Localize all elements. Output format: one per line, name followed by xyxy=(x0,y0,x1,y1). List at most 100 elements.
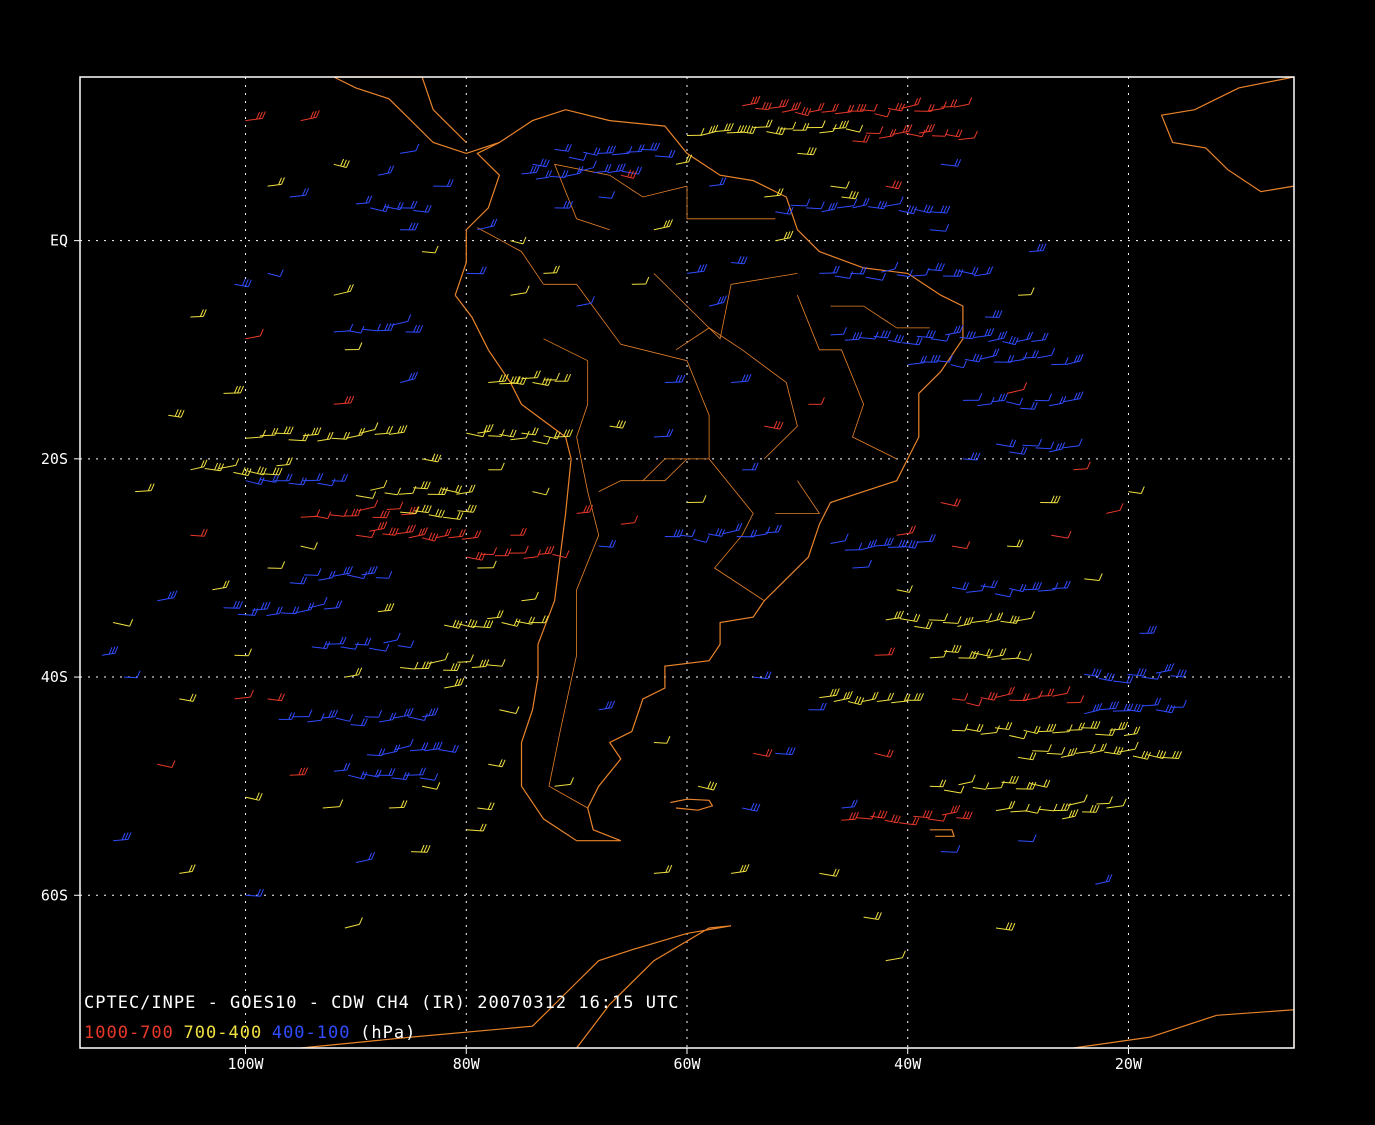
wind-barb xyxy=(775,747,796,756)
barb-flag xyxy=(428,708,433,716)
barb-flag xyxy=(1066,686,1071,694)
barb-shaft xyxy=(400,667,416,670)
barb-flag xyxy=(544,546,549,554)
wind-barb xyxy=(1023,690,1043,701)
barb-flag xyxy=(832,868,837,876)
wind-barb xyxy=(898,817,920,826)
wind-barb xyxy=(775,230,794,242)
barb-flag xyxy=(456,663,461,671)
border-line xyxy=(477,227,544,285)
tick-label-lon: 80W xyxy=(453,1055,481,1073)
barb-flag xyxy=(953,99,958,107)
wind-barb xyxy=(1052,580,1071,589)
barb-flag xyxy=(891,647,896,655)
barb-flag xyxy=(358,342,363,350)
barb-flag xyxy=(515,706,520,714)
barb-shaft xyxy=(179,871,193,874)
barb-flag xyxy=(272,467,277,475)
border-line xyxy=(543,338,589,438)
barb-flag xyxy=(942,779,947,787)
barb-shaft xyxy=(1010,810,1027,813)
barb-flag xyxy=(721,529,726,537)
barb-flag xyxy=(275,467,280,475)
barb-shaft xyxy=(333,330,350,333)
wind-barb xyxy=(951,541,971,549)
barb-flag xyxy=(954,645,959,653)
barb-flag xyxy=(563,429,568,437)
barb-flag xyxy=(383,521,388,529)
coastline-antarctica-east xyxy=(1073,1009,1295,1049)
barb-flag xyxy=(700,128,705,136)
barb-flag xyxy=(486,424,491,432)
barb-flag xyxy=(390,603,395,611)
barb-flag xyxy=(459,529,463,537)
barb-flag xyxy=(874,331,879,340)
barb-flag xyxy=(248,648,252,656)
barb-flag xyxy=(482,266,487,274)
barb-shaft xyxy=(1048,402,1063,407)
barb-flag xyxy=(400,800,405,808)
wind-barb xyxy=(958,774,976,786)
barb-flag xyxy=(882,273,886,281)
barb-flag xyxy=(537,549,542,557)
barb-flag xyxy=(931,123,936,132)
barb-flag xyxy=(1115,701,1120,709)
barb-flag xyxy=(435,741,440,750)
barb-shaft xyxy=(620,522,635,525)
barb-flag xyxy=(263,602,268,610)
barb-flag xyxy=(1129,675,1134,684)
barb-flag xyxy=(283,426,288,434)
barb-shaft xyxy=(375,577,389,579)
wind-barb xyxy=(821,202,838,213)
barb-shaft xyxy=(400,511,417,514)
barb-shaft xyxy=(1141,676,1158,680)
barb-shaft xyxy=(859,546,874,551)
barb-flag xyxy=(1078,722,1083,730)
barb-shaft xyxy=(859,337,876,340)
barb-flag xyxy=(1011,800,1016,809)
barb-flag xyxy=(650,142,655,150)
barb-flag xyxy=(403,708,408,717)
barb-flag xyxy=(438,487,443,495)
barb-flag xyxy=(854,696,859,704)
barb-shaft xyxy=(477,430,491,434)
barb-flag xyxy=(618,163,623,172)
barb-flag xyxy=(969,331,973,339)
barb-flag xyxy=(171,760,176,768)
wind-barb xyxy=(653,428,674,438)
barb-flag xyxy=(281,177,285,185)
barb-shaft xyxy=(607,170,623,174)
wind-barb xyxy=(753,671,772,680)
barb-flag xyxy=(1008,722,1013,730)
wind-barb xyxy=(797,147,817,156)
wind-barb xyxy=(1007,539,1024,548)
coastline-central-america xyxy=(333,76,500,155)
barb-flag xyxy=(241,278,246,286)
barb-shaft xyxy=(855,817,872,820)
barb-flag xyxy=(385,204,390,212)
wind-barb xyxy=(1034,393,1053,402)
barb-flag xyxy=(957,645,962,653)
wind-barb xyxy=(686,264,708,274)
barb-flag xyxy=(386,510,390,518)
wind-barb xyxy=(413,481,431,490)
wind-barb xyxy=(397,640,415,649)
barb-flag xyxy=(470,619,475,628)
barb-shaft xyxy=(1141,704,1158,707)
barb-flag xyxy=(987,328,992,336)
wind-barb xyxy=(1089,743,1107,754)
wind-barb xyxy=(942,269,964,277)
barb-flag xyxy=(544,377,549,386)
barb-shaft xyxy=(1020,407,1035,410)
wind-barb xyxy=(859,539,878,551)
barb-shaft xyxy=(991,399,1005,403)
barb-flag xyxy=(897,334,902,343)
barb-shaft xyxy=(1014,617,1032,622)
barb-flag xyxy=(935,262,940,271)
barb-shaft xyxy=(300,116,317,122)
wind-barb xyxy=(972,782,990,790)
wind-barb xyxy=(918,123,936,134)
barb-flag xyxy=(410,200,415,209)
barb-flag xyxy=(1038,438,1042,447)
barb-flag xyxy=(1064,357,1069,365)
